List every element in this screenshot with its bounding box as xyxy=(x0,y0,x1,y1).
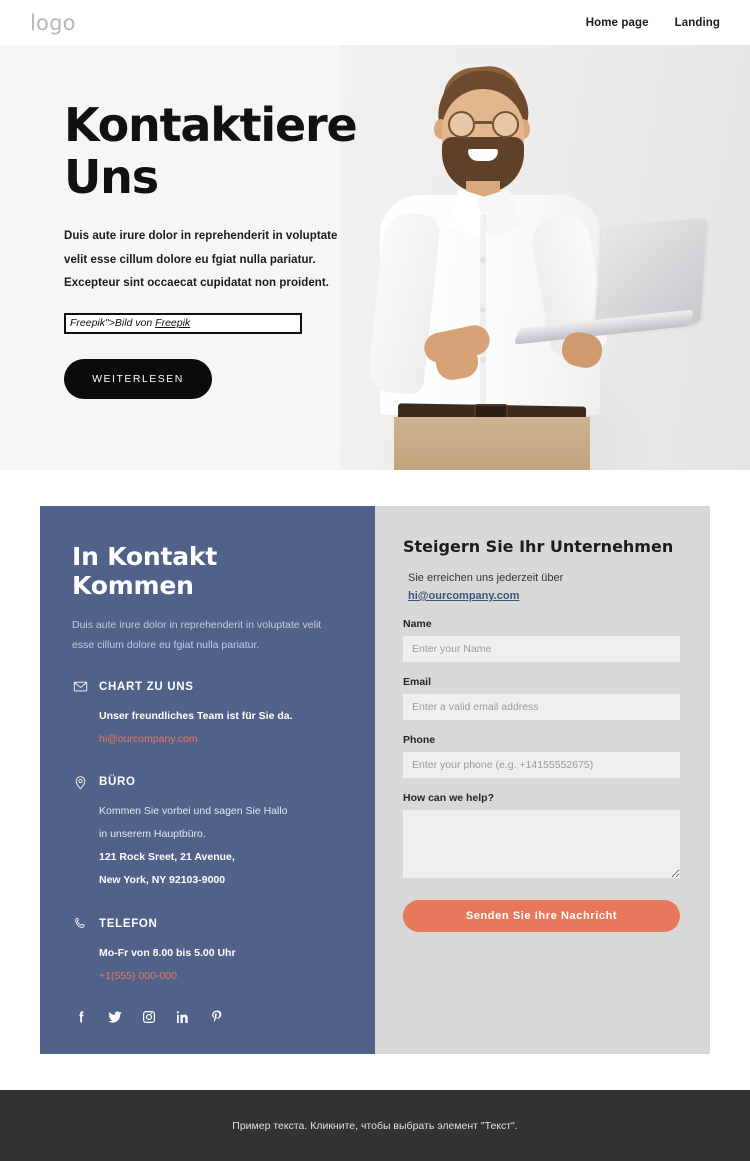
image-credit-link[interactable]: Freepik xyxy=(155,317,190,329)
hero-title: Kontaktiere Uns xyxy=(64,98,358,204)
hero-image xyxy=(340,45,750,470)
contact-phone-link[interactable]: +1(555) 000-000 xyxy=(99,965,177,988)
form-reach-block: Sie erreichen uns jederzeit über hi@ourc… xyxy=(403,572,680,604)
hero-paragraph-line: Excepteur sint occaecat cupidatat non pr… xyxy=(64,277,329,290)
contact-item-body: Mo-Fr von 8.00 bis 5.00 Uhr +1(555) 000-… xyxy=(72,942,343,988)
message-textarea[interactable] xyxy=(403,810,680,878)
facebook-icon[interactable] xyxy=(72,1008,90,1026)
page-root: logo Home page Landing Kontaktiere Uns D… xyxy=(0,0,750,1161)
form-reach-text: Sie erreichen uns jederzeit über xyxy=(408,572,564,584)
form-label-name: Name xyxy=(403,618,432,630)
contact-item-line: in unserem Hauptbüro. xyxy=(99,828,206,841)
twitter-icon[interactable] xyxy=(106,1008,124,1026)
contact-item-line: New York, NY 92103-9000 xyxy=(99,874,226,887)
form-field-phone: Phone xyxy=(403,734,680,778)
contact-item-chat: CHART ZU UNS Unser freundliches Team ist… xyxy=(72,679,343,751)
hero-paragraph-line: velit esse cillum dolore eu fgiat nulla … xyxy=(64,253,316,266)
image-credit-box[interactable]: Freepik">Bild von Freepik xyxy=(64,312,302,334)
footer-text: Пример текста. Кликните, чтобы выбрать э… xyxy=(232,1119,518,1132)
contact-email-link[interactable]: hi@ourcompany.com xyxy=(99,728,198,751)
social-links xyxy=(72,1008,226,1026)
contact-item-body: Unser freundliches Team ist für Sie da. … xyxy=(72,705,343,751)
contact-item-header: CHART ZU UNS xyxy=(72,679,343,695)
hero-paragraph: Duis aute irure dolor in reprehenderit i… xyxy=(64,225,360,296)
phone-input[interactable] xyxy=(403,752,680,778)
contact-subtitle-line: Duis aute irure dolor in reprehenderit i… xyxy=(72,619,322,631)
hero-section: Kontaktiere Uns Duis aute irure dolor in… xyxy=(0,45,750,470)
site-footer: Пример текста. Кликните, чтобы выбрать э… xyxy=(0,1090,750,1161)
hero-content: Kontaktiere Uns Duis aute irure dolor in… xyxy=(0,45,360,399)
name-input[interactable] xyxy=(403,636,680,662)
contact-info-panel: In Kontakt Kommen Duis aute irure dolor … xyxy=(40,506,375,1054)
pinterest-icon[interactable] xyxy=(208,1008,226,1026)
nav-link-landing[interactable]: Landing xyxy=(675,17,720,29)
contact-panel-title: In Kontakt Kommen xyxy=(72,542,218,600)
form-field-email: Email xyxy=(403,676,680,720)
submit-message-button[interactable]: Senden Sie Ihre Nachricht xyxy=(403,900,680,932)
hero-paragraph-line: Duis aute irure dolor in reprehenderit i… xyxy=(64,230,338,243)
form-field-name: Name xyxy=(403,618,680,662)
form-field-message: How can we help? xyxy=(403,792,680,883)
contact-item-label: BÜRO xyxy=(99,776,136,789)
contact-item-phone: TELEFON Mo-Fr von 8.00 bis 5.00 Uhr +1(5… xyxy=(72,916,343,988)
form-label-email: Email xyxy=(403,676,432,688)
contact-item-line: Kommen Sie vorbei und sagen Sie Hallo xyxy=(99,805,288,818)
main-nav: Home page Landing xyxy=(586,17,720,29)
email-input[interactable] xyxy=(403,694,680,720)
contact-item-label: CHART ZU UNS xyxy=(99,680,194,693)
contact-subtitle-line: esse cillum dolore eu fgiat nulla pariat… xyxy=(72,639,260,652)
contact-form-panel: Steigern Sie Ihr Unternehmen Sie erreich… xyxy=(375,506,710,1054)
contact-item-line: Unser freundliches Team ist für Sie da. xyxy=(99,709,293,722)
form-label-phone: Phone xyxy=(403,734,436,746)
read-more-button[interactable]: WEITERLESEN xyxy=(64,358,212,399)
site-logo[interactable]: logo xyxy=(30,11,76,35)
contact-item-office: BÜRO Kommen Sie vorbei und sagen Sie Hal… xyxy=(72,774,343,892)
contact-item-body: Kommen Sie vorbei und sagen Sie Hallo in… xyxy=(72,800,343,892)
nav-link-home-page[interactable]: Home page xyxy=(586,17,649,29)
instagram-icon[interactable] xyxy=(140,1008,158,1026)
contact-panel-subtitle: Duis aute irure dolor in reprehenderit i… xyxy=(72,615,343,656)
form-label-message: How can we help? xyxy=(403,792,495,804)
image-credit-prefix: Freepik">Bild von xyxy=(70,317,156,330)
contact-section: In Kontakt Kommen Duis aute irure dolor … xyxy=(40,506,710,1054)
site-header: logo Home page Landing xyxy=(0,0,750,45)
contact-item-header: TELEFON xyxy=(72,916,343,932)
phone-icon xyxy=(72,916,88,932)
image-credit-text: Freepik">Bild von Freepik xyxy=(70,317,190,329)
mail-icon xyxy=(72,679,88,695)
contact-item-label: TELEFON xyxy=(99,917,158,930)
location-pin-icon xyxy=(72,774,88,790)
form-reach-email-link[interactable]: hi@ourcompany.com xyxy=(408,590,519,602)
linkedin-icon[interactable] xyxy=(174,1008,192,1026)
contact-item-line: 121 Rock Sreet, 21 Avenue, xyxy=(99,851,235,864)
contact-item-line: Mo-Fr von 8.00 bis 5.00 Uhr xyxy=(99,946,236,959)
contact-item-header: BÜRO xyxy=(72,774,343,790)
form-title: Steigern Sie Ihr Unternehmen xyxy=(403,537,674,556)
